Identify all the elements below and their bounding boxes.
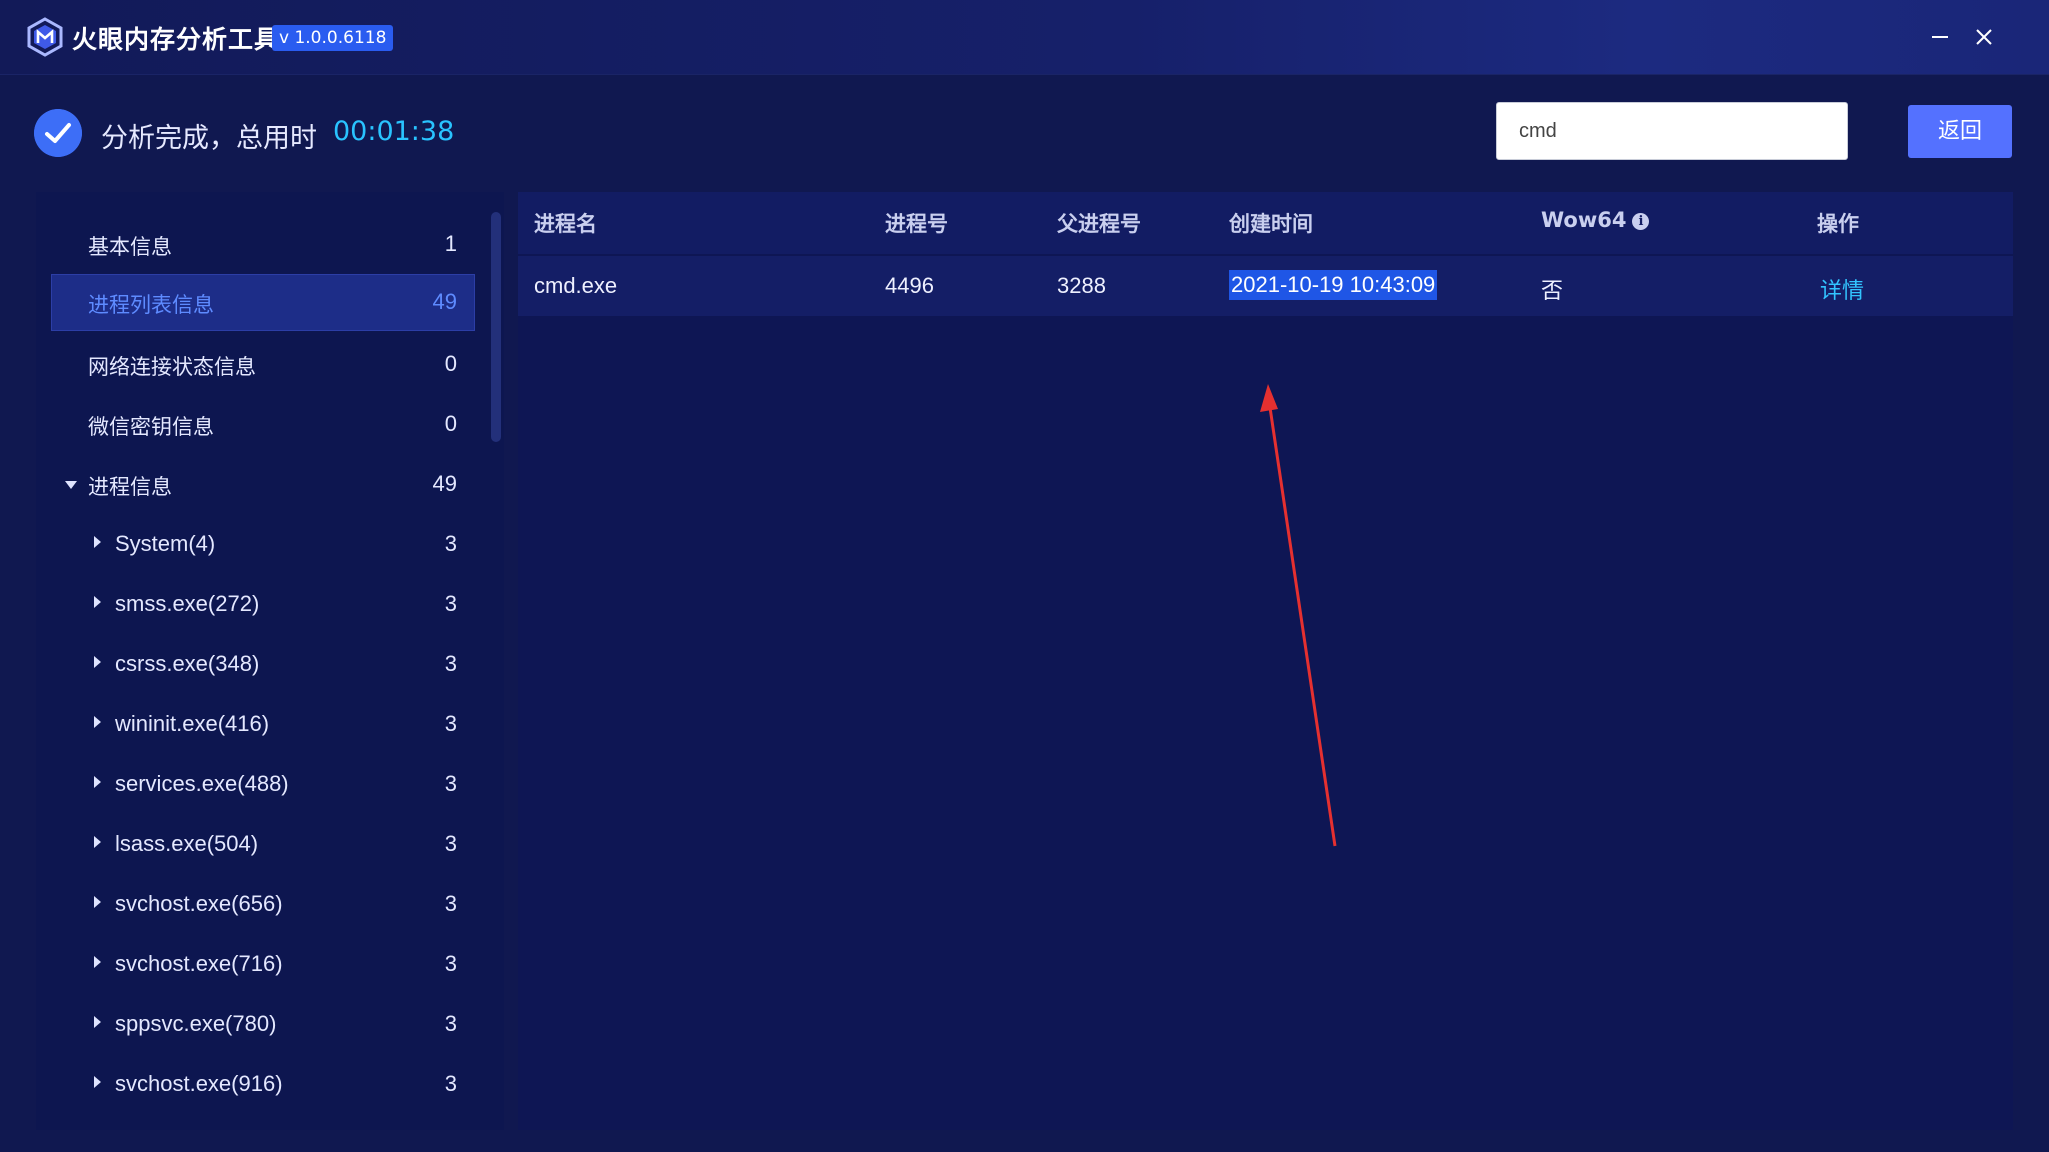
info-icon[interactable]: i: [1632, 213, 1650, 230]
cell-wow64: 否: [1541, 279, 1564, 304]
column-header-created[interactable]: 创建时间: [1229, 208, 1313, 238]
tree-node-label: services.exe(488): [115, 771, 289, 796]
tree-node-process[interactable]: csrss.exe(348) 3: [51, 636, 475, 693]
check-circle-icon: [34, 109, 82, 157]
details-link[interactable]: 详情: [1820, 273, 1864, 305]
tree-node-process[interactable]: sppsvc.exe(780) 3: [51, 996, 475, 1053]
sidebar-item-count: 49: [432, 471, 457, 496]
tree-node-process[interactable]: System(4) 3: [51, 516, 475, 573]
caret-down-icon[interactable]: [65, 481, 77, 489]
annotation-arrow-icon: [1260, 384, 1337, 847]
tree-node-count: 3: [444, 591, 457, 616]
caret-right-icon[interactable]: [94, 536, 101, 548]
status-text: 分析完成，总用时: [101, 123, 317, 154]
tree-node-process[interactable]: wininit.exe(416) 3: [51, 696, 475, 753]
tree-node-process[interactable]: lsass.exe(504) 3: [51, 816, 475, 873]
tree-node-count: 3: [444, 651, 457, 676]
sidebar-scrollbar[interactable]: [491, 212, 501, 442]
search-input[interactable]: cmd: [1496, 102, 1848, 160]
table-row[interactable]: cmd.exe 4496 3288 2021-10-19 10:43:09 否 …: [518, 256, 2013, 316]
caret-right-icon[interactable]: [94, 1076, 101, 1088]
sidebar-item-basic-info[interactable]: 基本信息 1: [51, 216, 475, 273]
column-header-ppid[interactable]: 父进程号: [1057, 208, 1141, 238]
column-header-wow64[interactable]: Wow64 i: [1541, 208, 1650, 232]
sidebar-item-label: 基本信息: [88, 235, 172, 259]
sidebar-item-label: 微信密钥信息: [88, 415, 214, 439]
sidebar-item-wechat-key[interactable]: 微信密钥信息 0: [51, 396, 475, 453]
sidebar-item-count: 0: [444, 411, 457, 436]
tree-node-count: 3: [444, 891, 457, 916]
tree-node-process[interactable]: svchost.exe(716) 3: [51, 936, 475, 993]
caret-right-icon[interactable]: [94, 776, 101, 788]
tree-node-count: 3: [444, 771, 457, 796]
close-icon[interactable]: [1964, 18, 2004, 56]
column-header-name[interactable]: 进程名: [534, 208, 597, 238]
tree-node-label: svchost.exe(716): [115, 951, 283, 976]
column-header-pid[interactable]: 进程号: [885, 208, 948, 238]
tree-node-process[interactable]: smss.exe(272) 3: [51, 576, 475, 633]
tree-node-label: wininit.exe(416): [115, 711, 270, 736]
sidebar-item-count: 0: [444, 351, 457, 376]
version-badge: v 1.0.0.6118: [272, 25, 394, 51]
caret-right-icon[interactable]: [94, 1016, 101, 1028]
tree-node-label: lsass.exe(504): [115, 831, 259, 856]
tree-node-count: 3: [444, 531, 457, 556]
tree-node-count: 3: [444, 711, 457, 736]
sidebar-item-count: 1: [444, 231, 457, 256]
elapsed-time: 00:01:38: [333, 116, 455, 147]
back-button[interactable]: 返回: [1908, 105, 2012, 158]
tree-node-count: 3: [444, 951, 457, 976]
caret-right-icon[interactable]: [94, 596, 101, 608]
sidebar-item-count: 49: [432, 289, 457, 314]
tree-node-label: svchost.exe(916): [115, 1071, 283, 1096]
tree-node-process[interactable]: svchost.exe(916) 3: [51, 1056, 475, 1113]
sidebar-item-process-list[interactable]: 进程列表信息 49: [51, 274, 475, 331]
sidebar-item-network[interactable]: 网络连接状态信息 0: [51, 336, 475, 393]
app-title: 火眼内存分析工具: [72, 25, 281, 54]
cell-pid: 4496: [885, 273, 934, 298]
sidebar-item-process-info[interactable]: 进程信息 49: [51, 456, 475, 513]
tree-node-label: sppsvc.exe(780): [115, 1011, 277, 1036]
cell-process-name: cmd.exe: [534, 273, 618, 298]
tree-node-label: smss.exe(272): [115, 591, 260, 616]
sidebar-item-label: 进程列表信息: [88, 293, 214, 317]
caret-right-icon[interactable]: [94, 716, 101, 728]
caret-right-icon[interactable]: [94, 896, 101, 908]
cell-created-time[interactable]: 2021-10-19 10:43:09: [1229, 270, 1438, 300]
title-bar: 火眼内存分析工具 v 1.0.0.6118: [0, 0, 2049, 75]
caret-right-icon[interactable]: [94, 836, 101, 848]
minimize-icon[interactable]: [1920, 18, 1960, 56]
cell-ppid: 3288: [1057, 273, 1106, 298]
sidebar-item-label: 网络连接状态信息: [88, 355, 256, 379]
tree-node-label: svchost.exe(656): [115, 891, 283, 916]
tree-node-process[interactable]: svchost.exe(656) 3: [51, 876, 475, 933]
column-header-action: 操作: [1817, 212, 1859, 236]
tree-node-count: 3: [444, 831, 457, 856]
column-header-wow64-label: Wow64: [1541, 208, 1627, 232]
tree-node-count: 3: [444, 1011, 457, 1036]
tree-node-label: System(4): [115, 531, 216, 556]
tree-node-process[interactable]: services.exe(488) 3: [51, 756, 475, 813]
caret-right-icon[interactable]: [94, 956, 101, 968]
sidebar-item-label: 进程信息: [88, 475, 172, 499]
tree-node-label: csrss.exe(348): [115, 651, 260, 676]
tree-node-count: 3: [444, 1071, 457, 1096]
app-logo-icon: [27, 17, 63, 57]
caret-right-icon[interactable]: [94, 656, 101, 668]
table-header: 进程名 进程号 父进程号 创建时间 Wow64 i 操作: [518, 192, 2013, 254]
